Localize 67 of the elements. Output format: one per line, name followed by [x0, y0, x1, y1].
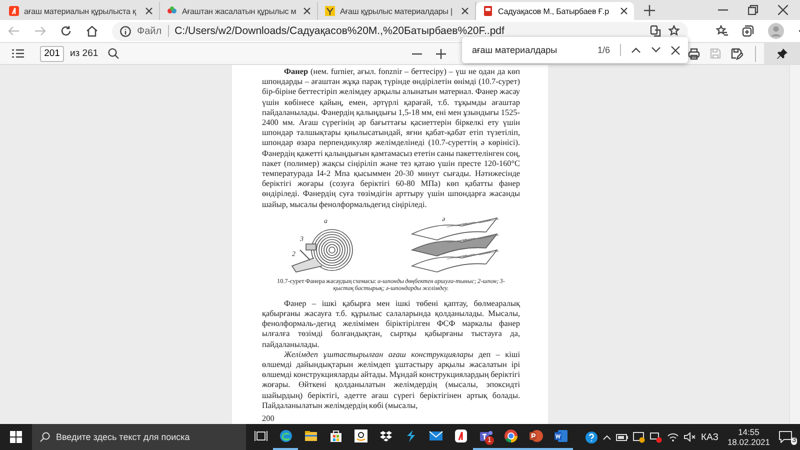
edge-browser-icon	[278, 429, 292, 443]
help-icon[interactable]	[584, 430, 598, 444]
star-plus-icon[interactable]	[668, 25, 680, 37]
pin-icon	[776, 48, 788, 59]
close-icon[interactable]	[461, 7, 469, 15]
profile-avatar-icon[interactable]	[768, 23, 784, 39]
new-tab-icon[interactable]	[644, 5, 655, 16]
close-icon[interactable]	[145, 7, 153, 15]
address-field[interactable]: Файл C:/Users/w2/Downloads/Садуақасов%20М.,%20Батырбаев%20F..pdf	[112, 22, 688, 40]
match-count: 1/6	[597, 45, 610, 55]
close-icon[interactable]	[620, 7, 628, 15]
page-total-text: из 261	[70, 48, 98, 59]
mail-envelope-icon	[428, 429, 442, 443]
language-indicator[interactable]: КАЗ	[700, 432, 718, 442]
favorites-icon[interactable]	[716, 25, 728, 37]
colorful-logo-icon	[167, 6, 177, 16]
browser-tab[interactable]: Садуақасов М., Батырбаев Ғ.р	[476, 2, 634, 20]
close-icon[interactable]	[303, 7, 311, 15]
network-error-icon[interactable]	[650, 432, 662, 442]
battery-icon[interactable]	[616, 434, 628, 440]
amazon-app-icon	[354, 429, 368, 443]
find-field[interactable]: ағаш материалдары	[470, 44, 588, 56]
wifi-icon[interactable]	[666, 432, 679, 442]
shopping-bag-icon	[328, 429, 342, 443]
speech-bubble-icon	[779, 431, 792, 443]
close-icon[interactable]	[778, 5, 788, 15]
site-logo-icon	[325, 6, 335, 16]
windows-start-icon[interactable]	[10, 431, 22, 443]
paragraph: Фанер (нем. furnier, ағыл. fonznir – беттесіру) – үш не одан да көп шпондарды – ағаштан жұқа парақ түрінде өндірілетін өнімді (10.7-сурет) бір-біріне беттестіріп желімдеу арқылы алынатын материал. Фанер жасау үшін көбінесе қайың, емен, әртүрлі қарағай, т.б. тұқымды ағаштар пайдаланылады. Фанердің қалыңдығы 1,5-18 мм, ені мен ұзындығы 1525-2400 мм. Ағаш сүрегінің әр бағыттағы қасиеттерін біркелкі ету үшін шпондар талшықтары қиылысатындай, яғни қабат-қабат етіп түзетіліп, шпондар өзара перпендикуляр желімделінеді (10.7-суреттің ә көрінісі). Фанердің қажетті қалыңдығын қамтамасыз ететін саны пакеттелінген соң, пакет (полимер) жақсы сіңіріліп және тез қатаю үшін престе 120-160°C температурада І4-2 Мпа қысыммен 20-30 минут сығады. Нәтижесінде беріктігі жоғары (созуға беріктігі 60-80 МПа) көп қабатты фанер өндіріледі. Фанердің суға төзімдігін арттыру үшін шпондарға жасанды шайыр, мысалы фенолформальдегид сіңіріледі.	[262, 67, 520, 210]
zoom-in-icon[interactable]	[436, 48, 446, 58]
url-text: C:/Users/w2/Downloads/Садуақасов%20М.,%20Батырбаев%20F..pdf	[174, 25, 504, 37]
scrollbar[interactable]	[789, 65, 800, 424]
save-as-icon[interactable]	[731, 48, 743, 60]
page-number-field[interactable]: 201	[40, 46, 64, 62]
print-icon[interactable]	[688, 48, 700, 60]
pin-toolbar-button[interactable]	[764, 43, 800, 64]
refresh-icon[interactable]	[60, 25, 72, 37]
monitor-alert-icon[interactable]	[632, 432, 645, 442]
chrome-browser-icon	[504, 429, 518, 443]
contents-list-icon[interactable]	[12, 49, 24, 58]
restore-icon[interactable]	[748, 5, 758, 15]
paragraph: Фанер – ішкі қабырға мен ішкі төбені қаптау, бөлмеаралық қабырғаны жасауға т.б. құрылыс салаларында қолданылады. Мысалы, фенолформаль-дегид желімімен біріктірілген ФСФ маркалы фанер ылғалға төзімді болғандықтан, сыртқы қабырғаны тыстауға да, пайдаланылады.	[262, 298, 520, 350]
close-icon[interactable]	[671, 46, 680, 54]
clock[interactable]: 14:55 18.02.2021	[727, 427, 770, 447]
page-number: 200	[262, 414, 276, 424]
powerpoint-app-icon	[528, 429, 542, 443]
folder-icon	[304, 429, 318, 443]
yandex-browser-icon	[454, 429, 468, 443]
word-app-icon	[554, 429, 568, 443]
task-view-icon	[254, 429, 268, 443]
volume-muted-icon[interactable]	[684, 432, 696, 442]
search-icon	[108, 48, 119, 59]
taskbar-search-field[interactable]: Введите здесь текст для поиска	[32, 424, 246, 450]
dropbox-icon	[378, 429, 392, 443]
file-label: Файл	[137, 26, 162, 36]
browser-tab[interactable]: ағаш материалын құрылыста қ	[2, 2, 160, 20]
chevron-up-icon[interactable]	[631, 47, 641, 53]
veneer-roll-drawing	[291, 228, 353, 272]
browser-tab[interactable]: Ағаш құрылыс материалдары |	[318, 2, 476, 20]
collections-icon[interactable]	[742, 25, 754, 37]
browser-tab[interactable]: Ағаштан жасалатын құрылыс м	[160, 2, 318, 20]
info-icon	[120, 26, 131, 36]
home-icon[interactable]	[86, 25, 98, 37]
pdf-file-icon	[483, 6, 493, 16]
yandex-logo-icon	[9, 6, 19, 16]
chevron-down-icon[interactable]	[651, 47, 661, 53]
paragraph: Желімдеп ұштастырылған ағаш конструкциялары деп – кіші өлшемді дайындықтарын желімдеп ұштастыру арқылы жасалатын ірі өлшемді конструкцияларды айтады. Мұндай конструкциялардың беріктігі жоғары. Өйткені қолданылатын желімдердің (мысалы, эпоксидті шайырдың) беріктігі, әдетте ағаш сүрегі беріктігінен артық болады. Пайдаланылатын желімдердің көбі (мысалы,	[262, 350, 520, 412]
